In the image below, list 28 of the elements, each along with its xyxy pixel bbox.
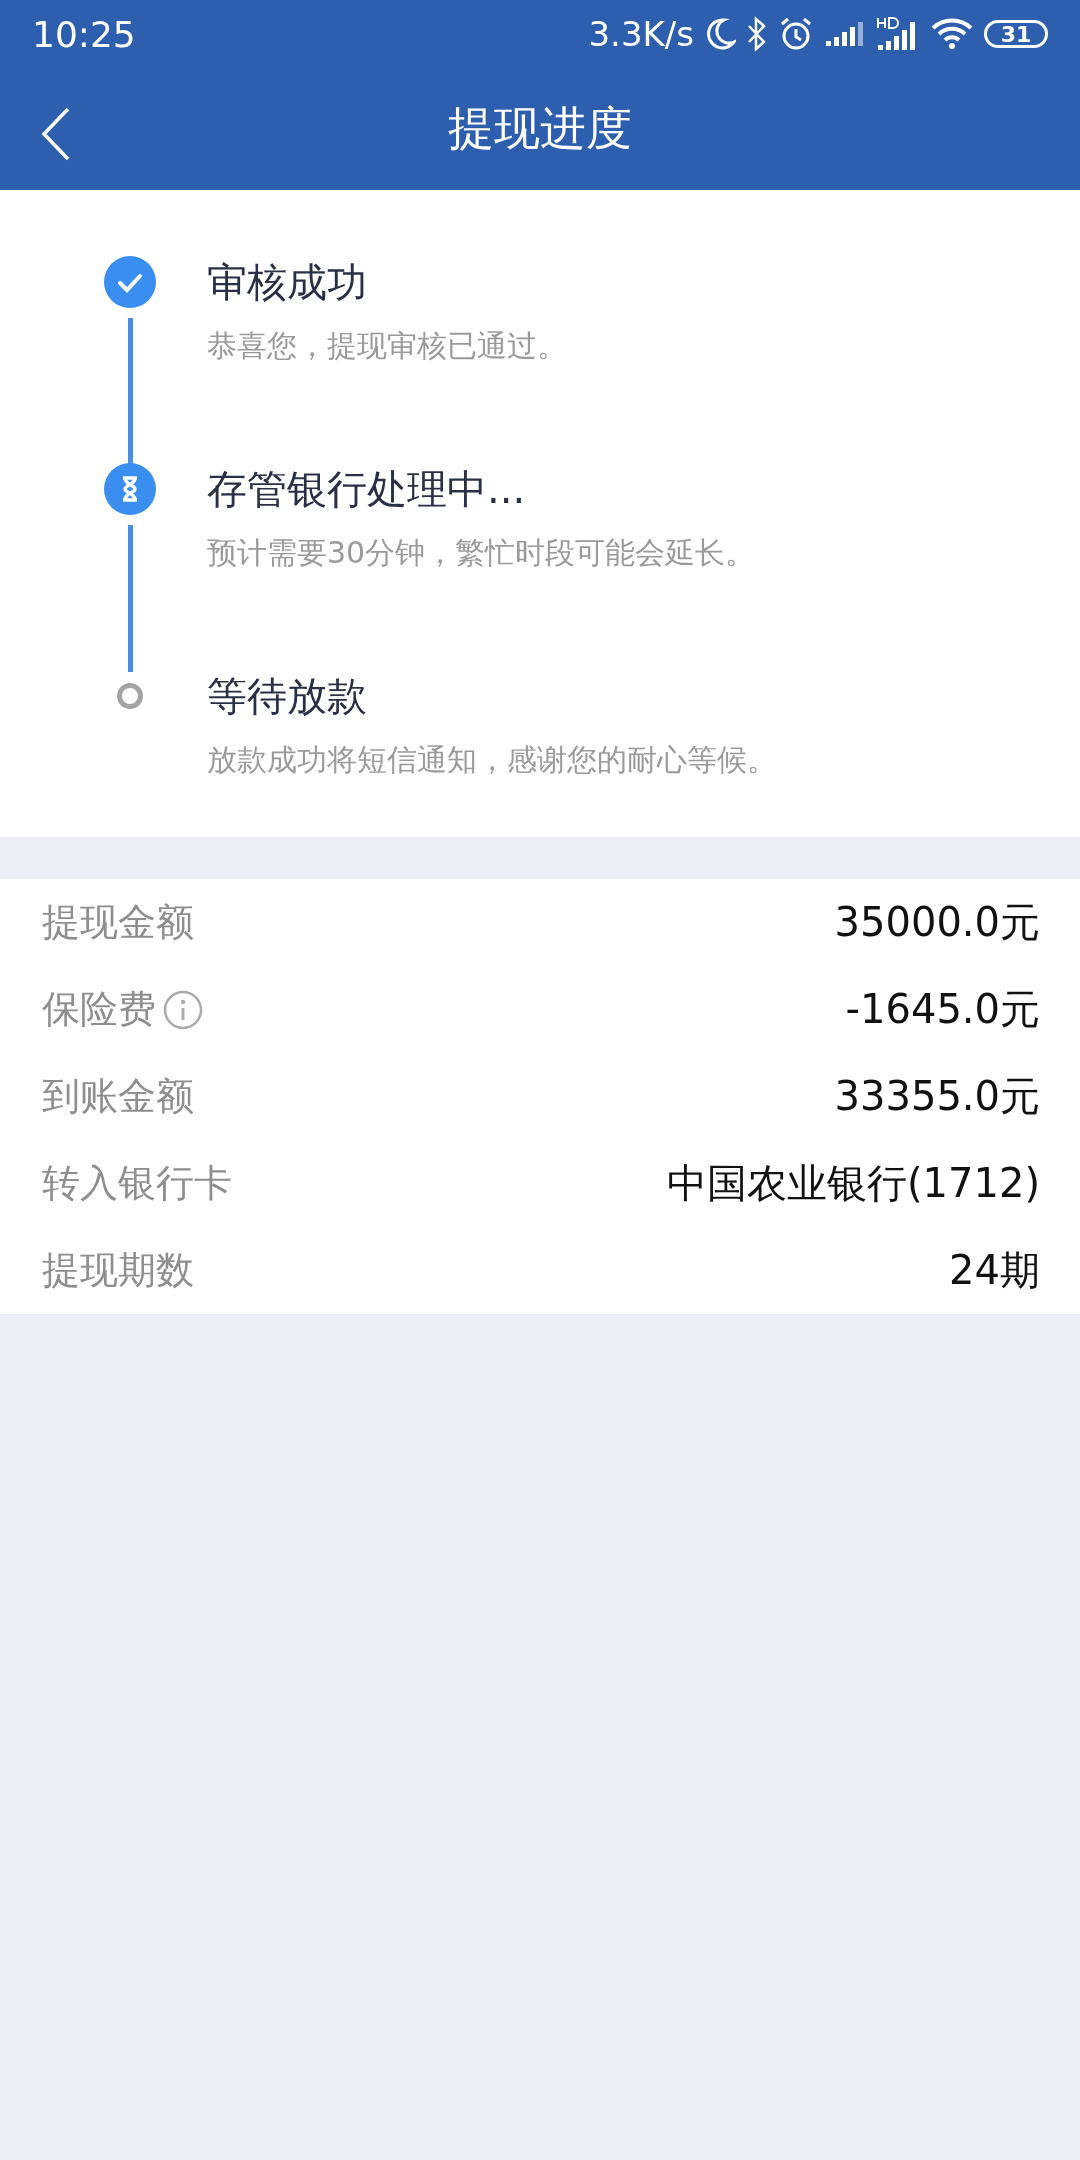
hourglass-icon [104, 463, 156, 515]
detail-value: 33355.0元 [834, 1072, 1040, 1121]
detail-label: 提现金额 [42, 899, 194, 946]
page-title: 提现进度 [448, 100, 632, 157]
step-description: 预计需要30分钟，繁忙时段可能会延长。 [207, 534, 756, 572]
check-icon [104, 256, 156, 308]
detail-value: -1645.0元 [845, 985, 1040, 1034]
detail-label: 提现期数 [42, 1247, 194, 1294]
detail-label: 转入银行卡 [42, 1160, 232, 1207]
detail-label: 保险费 [42, 986, 156, 1033]
status-time: 10:25 [32, 13, 137, 55]
step-description: 恭喜您，提现审核已通过。 [207, 327, 567, 365]
detail-value: 35000.0元 [834, 898, 1040, 947]
back-icon[interactable] [40, 106, 72, 162]
wifi-icon [930, 17, 974, 51]
step-description: 放款成功将短信通知，感谢您的耐心等候。 [207, 741, 777, 779]
bluetooth-icon [746, 16, 768, 52]
detail-label: 到账金额 [42, 1073, 194, 1120]
detail-value: 中国农业银行(1712) [667, 1159, 1040, 1208]
detail-value: 24期 [949, 1246, 1040, 1295]
battery-indicator: 31 [984, 20, 1048, 48]
moon-icon [704, 17, 736, 51]
step-title: 存管银行处理中... [207, 465, 527, 514]
step-title: 等待放款 [207, 672, 368, 721]
network-speed: 3.3K/s [588, 14, 694, 54]
step-title: 审核成功 [207, 258, 368, 307]
pending-dot-icon [116, 682, 144, 710]
alarm-icon [778, 16, 814, 52]
